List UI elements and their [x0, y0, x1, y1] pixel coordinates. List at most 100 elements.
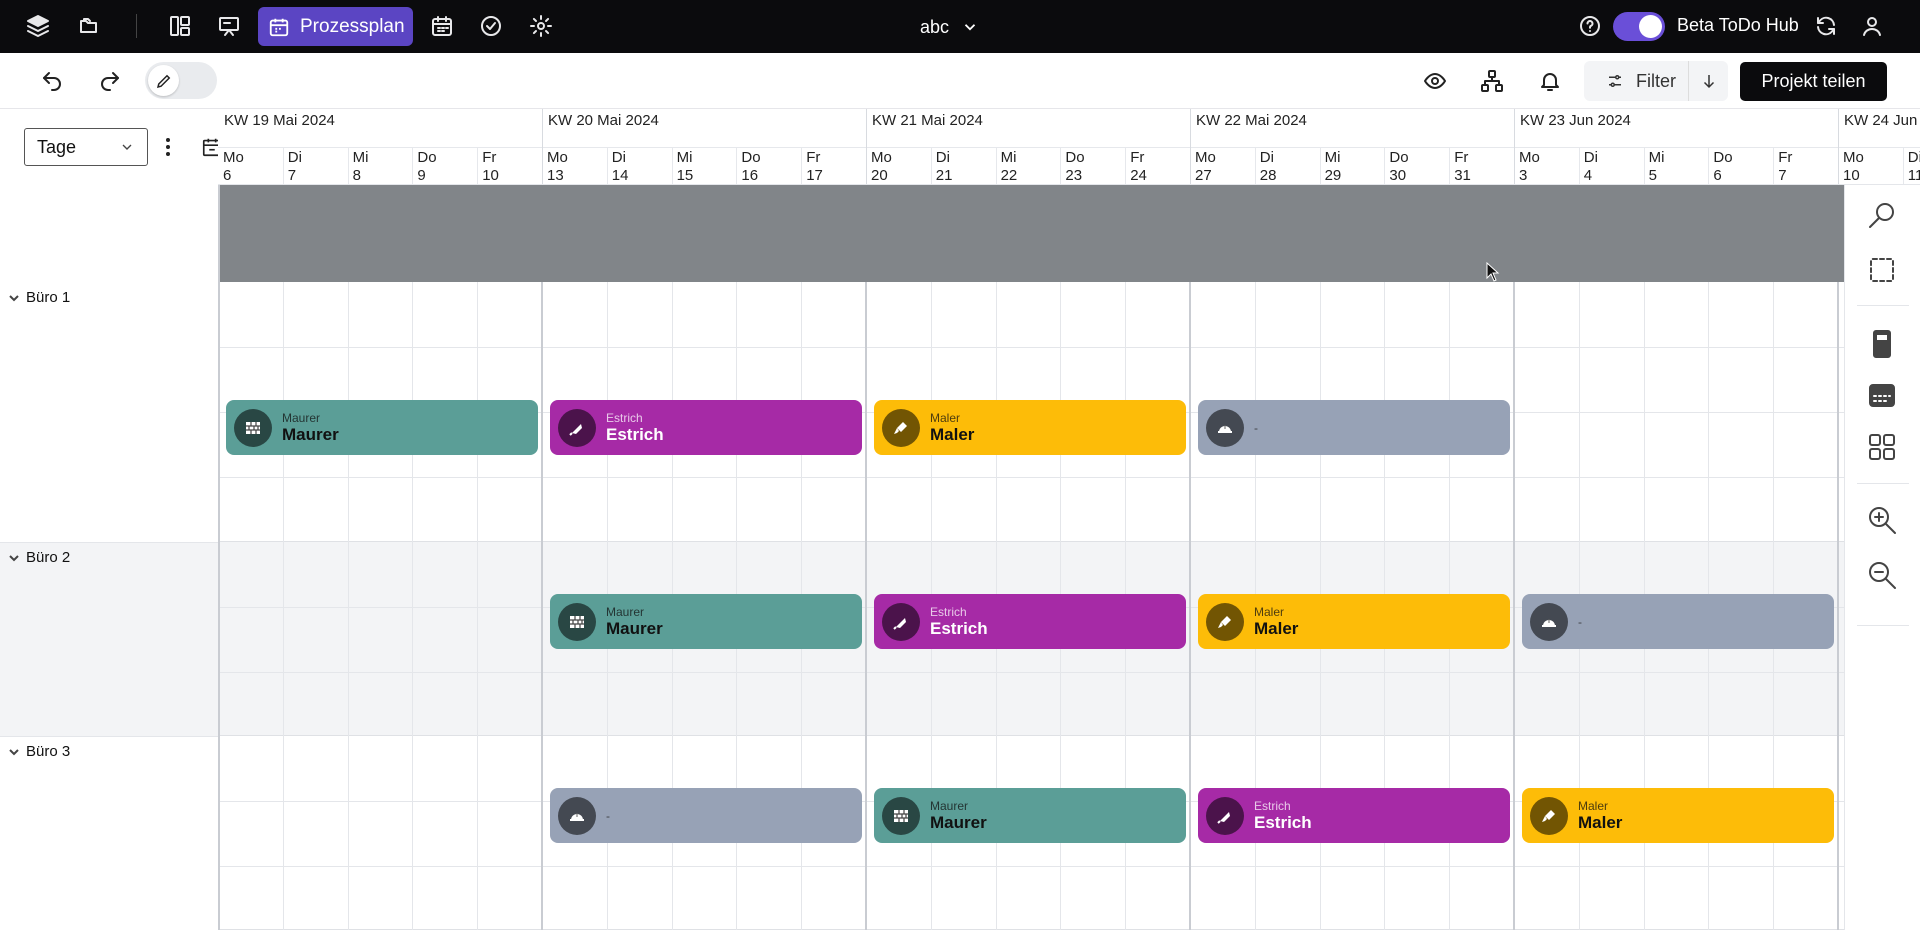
project-name: abc	[920, 16, 950, 37]
day-number: 21	[935, 167, 953, 184]
day-separator	[930, 147, 932, 184]
day-number: 23	[1065, 167, 1083, 184]
group-toggle[interactable]: Büro 3	[8, 743, 70, 760]
layers-icon[interactable]	[24, 12, 52, 40]
presentation-icon[interactable]	[215, 12, 243, 40]
grid-column-line	[1189, 282, 1191, 930]
beta-toggle[interactable]	[1613, 12, 1665, 41]
task-bar[interactable]: Estrich Estrich	[550, 400, 862, 455]
task-text: Maurer Maurer	[606, 605, 663, 639]
weekday-label: Do	[1713, 149, 1733, 166]
eye-icon[interactable]	[1420, 66, 1450, 96]
task-type: Estrich	[930, 604, 967, 619]
group-toggle[interactable]: Büro 1	[8, 289, 70, 306]
day-header: Di 21	[935, 149, 953, 184]
folders-icon[interactable]	[75, 12, 103, 40]
week-label: KW 24 Jun	[1844, 112, 1918, 129]
week-separator	[1838, 109, 1839, 184]
task-bar[interactable]: -	[1198, 400, 1510, 455]
grid-column-line	[541, 282, 543, 930]
day-number: 14	[611, 167, 629, 184]
week-label: KW 22 Mai 2024	[1196, 112, 1307, 129]
task-bar[interactable]: -	[550, 788, 862, 843]
redo-icon[interactable]	[95, 66, 125, 96]
filter-button[interactable]: Filter	[1584, 61, 1688, 101]
weekday-label: Fr	[1454, 149, 1469, 166]
calculator-icon[interactable]	[1863, 325, 1901, 363]
refresh-icon[interactable]	[1812, 12, 1840, 40]
day-separator	[736, 147, 738, 184]
view-mode-select[interactable]: Tage	[24, 128, 148, 166]
zoom-in-icon[interactable]	[1863, 501, 1901, 539]
search-icon[interactable]	[1863, 197, 1901, 235]
layout-grid-icon[interactable]	[1863, 428, 1901, 466]
weekday-label: Fr	[1778, 149, 1793, 166]
dashboard-icon[interactable]	[166, 12, 194, 40]
day-separator	[1643, 147, 1645, 184]
group-label-divider	[0, 542, 218, 543]
share-project-button[interactable]: Projekt teilen	[1740, 62, 1887, 101]
day-separator	[1060, 147, 1062, 184]
day-number: 7	[287, 167, 297, 184]
task-text: Maler Maler	[1578, 799, 1622, 833]
day-header: Mo 10	[1843, 149, 1864, 184]
task-title: Maurer	[930, 812, 987, 832]
group-label-background	[0, 542, 218, 736]
task-bar[interactable]: Maler Maler	[1198, 594, 1510, 649]
group-toggle[interactable]: Büro 2	[8, 549, 70, 566]
weekday-label: Do	[1389, 149, 1409, 166]
project-select[interactable]: abc	[920, 14, 979, 40]
week-separator	[1190, 109, 1191, 184]
day-separator	[1449, 147, 1451, 184]
user-icon[interactable]	[1858, 12, 1886, 40]
toolbar: Filter Projekt teilen	[0, 53, 1920, 109]
task-title: Estrich	[930, 618, 988, 638]
day-number: 6	[1713, 167, 1722, 184]
weekday-label: Di	[287, 149, 302, 166]
filter-group: Filter	[1584, 61, 1728, 101]
day-header: Mi 29	[1325, 149, 1342, 184]
day-header: Di 7	[287, 149, 302, 184]
tab-prozessplan[interactable]: Prozessplan	[258, 7, 413, 46]
sort-button[interactable]	[1688, 61, 1728, 101]
calendar-icon	[269, 18, 289, 36]
day-header: Fr 7	[1778, 149, 1793, 184]
task-bar[interactable]: Estrich Estrich	[1198, 788, 1510, 843]
hierarchy-icon[interactable]	[1477, 66, 1507, 96]
calendar-icon[interactable]	[428, 12, 456, 40]
task-text: Estrich Estrich	[1254, 799, 1312, 833]
hard-hat-icon	[1206, 408, 1244, 447]
task-bar[interactable]: Maler Maler	[874, 400, 1186, 455]
selection-icon[interactable]	[1863, 251, 1901, 289]
grid-column-line	[412, 282, 414, 930]
trowel-icon	[882, 602, 920, 641]
undo-icon[interactable]	[37, 66, 67, 96]
task-bar[interactable]: Maurer Maurer	[226, 400, 538, 455]
weekday-label: Do	[1065, 149, 1085, 166]
edit-mode-toggle[interactable]	[145, 62, 217, 99]
task-bar[interactable]: -	[1522, 594, 1834, 649]
help-icon[interactable]	[1576, 12, 1604, 40]
check-circle-icon[interactable]	[477, 12, 505, 40]
week-label: KW 21 Mai 2024	[872, 112, 983, 129]
gear-icon[interactable]	[527, 12, 555, 40]
day-separator	[606, 147, 608, 184]
panel-divider	[1857, 483, 1909, 484]
bell-icon[interactable]	[1535, 66, 1565, 96]
task-bar[interactable]: Estrich Estrich	[874, 594, 1186, 649]
task-bar[interactable]: Maurer Maurer	[550, 594, 862, 649]
task-type: Maler	[930, 410, 961, 425]
zoom-out-icon[interactable]	[1863, 556, 1901, 594]
more-options-icon[interactable]	[160, 134, 176, 160]
task-bar[interactable]: Maler Maler	[1522, 788, 1834, 843]
week-separator	[542, 109, 543, 184]
calendar-grid-icon[interactable]	[1863, 376, 1901, 414]
group-label-divider	[0, 736, 218, 737]
weekday-label: Mi	[676, 149, 693, 166]
grid-column-line	[1513, 282, 1515, 930]
right-tool-panel	[1844, 185, 1920, 930]
task-title: Maurer	[606, 618, 663, 638]
task-bar[interactable]: Maurer Maurer	[874, 788, 1186, 843]
day-header: Di11	[1908, 149, 1920, 184]
day-number: 10	[1843, 167, 1860, 184]
